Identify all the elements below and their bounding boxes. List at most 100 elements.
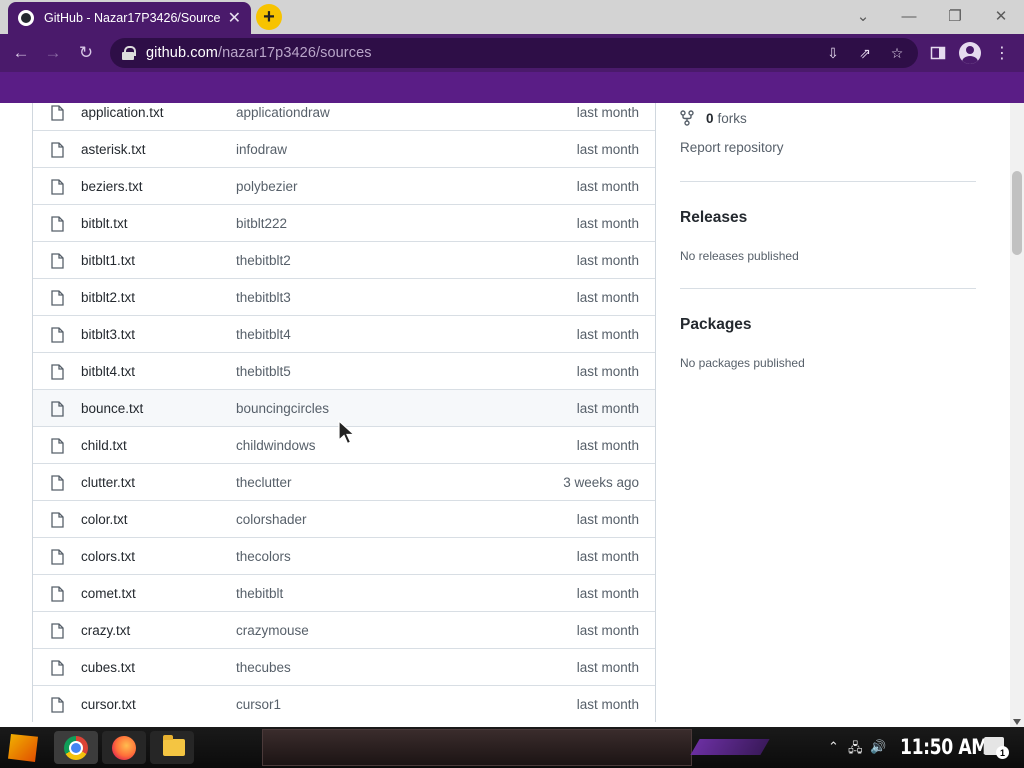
- file-name-link[interactable]: clutter.txt: [81, 475, 135, 490]
- commit-age: last month: [576, 141, 639, 157]
- file-row[interactable]: beziers.txt polybezier last month: [33, 167, 655, 204]
- file-name-link[interactable]: comet.txt: [81, 586, 136, 601]
- mouse-cursor-icon: [338, 420, 356, 445]
- minimize-button[interactable]: —: [894, 4, 924, 28]
- scrollbar-thumb[interactable]: [1012, 171, 1022, 255]
- forks-label: forks: [717, 110, 747, 126]
- reload-button[interactable]: ↻: [73, 41, 99, 65]
- packages-heading[interactable]: Packages: [680, 316, 752, 334]
- restore-button[interactable]: ❐: [940, 4, 970, 28]
- file-name-link[interactable]: bounce.txt: [81, 401, 143, 416]
- commit-age: 3 weeks ago: [563, 474, 639, 490]
- file-row[interactable]: bitblt2.txt thebitblt3 last month: [33, 278, 655, 315]
- file-name-link[interactable]: crazy.txt: [81, 623, 130, 638]
- file-name-link[interactable]: bitblt3.txt: [81, 327, 135, 342]
- file-row[interactable]: application.txt applicationdraw last month: [33, 103, 655, 130]
- install-app-icon[interactable]: ⇩: [822, 42, 844, 64]
- report-repository-link[interactable]: Report repository: [680, 140, 784, 155]
- file-name-link[interactable]: beziers.txt: [81, 179, 143, 194]
- file-name-link[interactable]: colors.txt: [81, 549, 135, 564]
- close-window-button[interactable]: ✕: [986, 4, 1016, 28]
- new-tab-button[interactable]: +: [256, 4, 282, 30]
- file-name-link[interactable]: cubes.txt: [81, 660, 135, 675]
- file-row[interactable]: colors.txt thecolors last month: [33, 537, 655, 574]
- file-name-link[interactable]: cursor.txt: [81, 697, 136, 712]
- file-row[interactable]: cursor.txt cursor1 last month: [33, 685, 655, 722]
- file-row[interactable]: cubes.txt thecubes last month: [33, 648, 655, 685]
- browser-tabstrip: GitHub - Nazar17P3426/Sources ✕ + ⌄ — ❐ …: [0, 0, 1024, 34]
- chrome-icon: [64, 736, 88, 760]
- commit-message-link[interactable]: theclutter: [236, 475, 292, 490]
- scroll-down-arrow-icon[interactable]: [1013, 719, 1021, 725]
- volume-icon[interactable]: 🔊: [870, 739, 886, 755]
- share-icon[interactable]: ⇗: [854, 42, 876, 64]
- file-name-link[interactable]: asterisk.txt: [81, 142, 146, 157]
- notification-center-icon[interactable]: 1: [984, 737, 1009, 759]
- file-name-link[interactable]: bitblt1.txt: [81, 253, 135, 268]
- taskbar-clock[interactable]: 11:50 AM: [900, 735, 988, 759]
- commit-age: last month: [576, 104, 639, 120]
- commit-message-link[interactable]: bouncingcircles: [236, 401, 329, 416]
- back-button[interactable]: ←: [8, 41, 34, 65]
- fork-icon: [680, 110, 694, 126]
- file-row[interactable]: bitblt.txt bitblt222 last month: [33, 204, 655, 241]
- tab-title: GitHub - Nazar17P3426/Sources: [44, 11, 220, 25]
- file-row[interactable]: bitblt4.txt thebitblt5 last month: [33, 352, 655, 389]
- tray-overflow-icon[interactable]: ⌃: [828, 739, 839, 755]
- commit-message-link[interactable]: applicationdraw: [236, 105, 330, 120]
- file-icon: [51, 438, 64, 454]
- commit-age: last month: [576, 326, 639, 342]
- file-name-link[interactable]: color.txt: [81, 512, 128, 527]
- commit-message-link[interactable]: thebitblt2: [236, 253, 291, 268]
- commit-message-link[interactable]: bitblt222: [236, 216, 287, 231]
- address-bar[interactable]: github.com/nazar17p3426/sources ⇩ ⇗ ☆: [110, 38, 918, 68]
- taskbar-decoration: [690, 739, 770, 755]
- file-row[interactable]: clutter.txt theclutter 3 weeks ago: [33, 463, 655, 500]
- commit-message-link[interactable]: infodraw: [236, 142, 287, 157]
- github-icon: [18, 10, 34, 26]
- commit-message-link[interactable]: thecubes: [236, 660, 291, 675]
- close-tab-icon[interactable]: ✕: [228, 8, 241, 28]
- forks-link[interactable]: 0 forks: [680, 110, 747, 126]
- commit-message-link[interactable]: thebitblt: [236, 586, 283, 601]
- file-name-link[interactable]: application.txt: [81, 105, 164, 120]
- browser-tab[interactable]: GitHub - Nazar17P3426/Sources ✕: [8, 2, 251, 34]
- bookmark-star-icon[interactable]: ☆: [886, 42, 908, 64]
- file-name-link[interactable]: bitblt2.txt: [81, 290, 135, 305]
- commit-message-link[interactable]: colorshader: [236, 512, 307, 527]
- file-row[interactable]: asterisk.txt infodraw last month: [33, 130, 655, 167]
- commit-message-link[interactable]: thebitblt3: [236, 290, 291, 305]
- notification-count-badge: 1: [996, 746, 1009, 759]
- file-icon: [51, 179, 64, 195]
- profile-avatar[interactable]: [958, 41, 982, 65]
- side-panel-icon[interactable]: [928, 41, 948, 65]
- commit-age: last month: [576, 437, 639, 453]
- file-name-link[interactable]: bitblt.txt: [81, 216, 128, 231]
- file-list: application.txt applicationdraw last month…: [32, 103, 656, 722]
- lock-icon: [122, 46, 136, 60]
- releases-note: No releases published: [680, 249, 799, 263]
- file-name-link[interactable]: bitblt4.txt: [81, 364, 135, 379]
- commit-message-link[interactable]: thebitblt4: [236, 327, 291, 342]
- file-row[interactable]: bitblt3.txt thebitblt4 last month: [33, 315, 655, 352]
- commit-message-link[interactable]: childwindows: [236, 438, 316, 453]
- file-row[interactable]: crazy.txt crazymouse last month: [33, 611, 655, 648]
- forward-button[interactable]: →: [40, 41, 66, 65]
- releases-heading[interactable]: Releases: [680, 209, 747, 227]
- commit-message-link[interactable]: thebitblt5: [236, 364, 291, 379]
- file-icon: [51, 364, 64, 380]
- commit-message-link[interactable]: crazymouse: [236, 623, 309, 638]
- file-row[interactable]: color.txt colorshader last month: [33, 500, 655, 537]
- file-name-link[interactable]: child.txt: [81, 438, 127, 453]
- start-button[interactable]: [8, 734, 38, 762]
- commit-message-link[interactable]: thecolors: [236, 549, 291, 564]
- file-row[interactable]: comet.txt thebitblt last month: [33, 574, 655, 611]
- file-row[interactable]: bitblt1.txt thebitblt2 last month: [33, 241, 655, 278]
- commit-message-link[interactable]: polybezier: [236, 179, 298, 194]
- network-icon[interactable]: 🖧: [848, 739, 863, 761]
- url-text[interactable]: github.com/nazar17p3426/sources: [146, 45, 372, 61]
- tab-search-icon[interactable]: ⌄: [848, 4, 878, 28]
- commit-message-link[interactable]: cursor1: [236, 697, 281, 712]
- menu-kebab-icon[interactable]: ⋮: [992, 41, 1012, 65]
- page-scrollbar[interactable]: [1010, 103, 1024, 727]
